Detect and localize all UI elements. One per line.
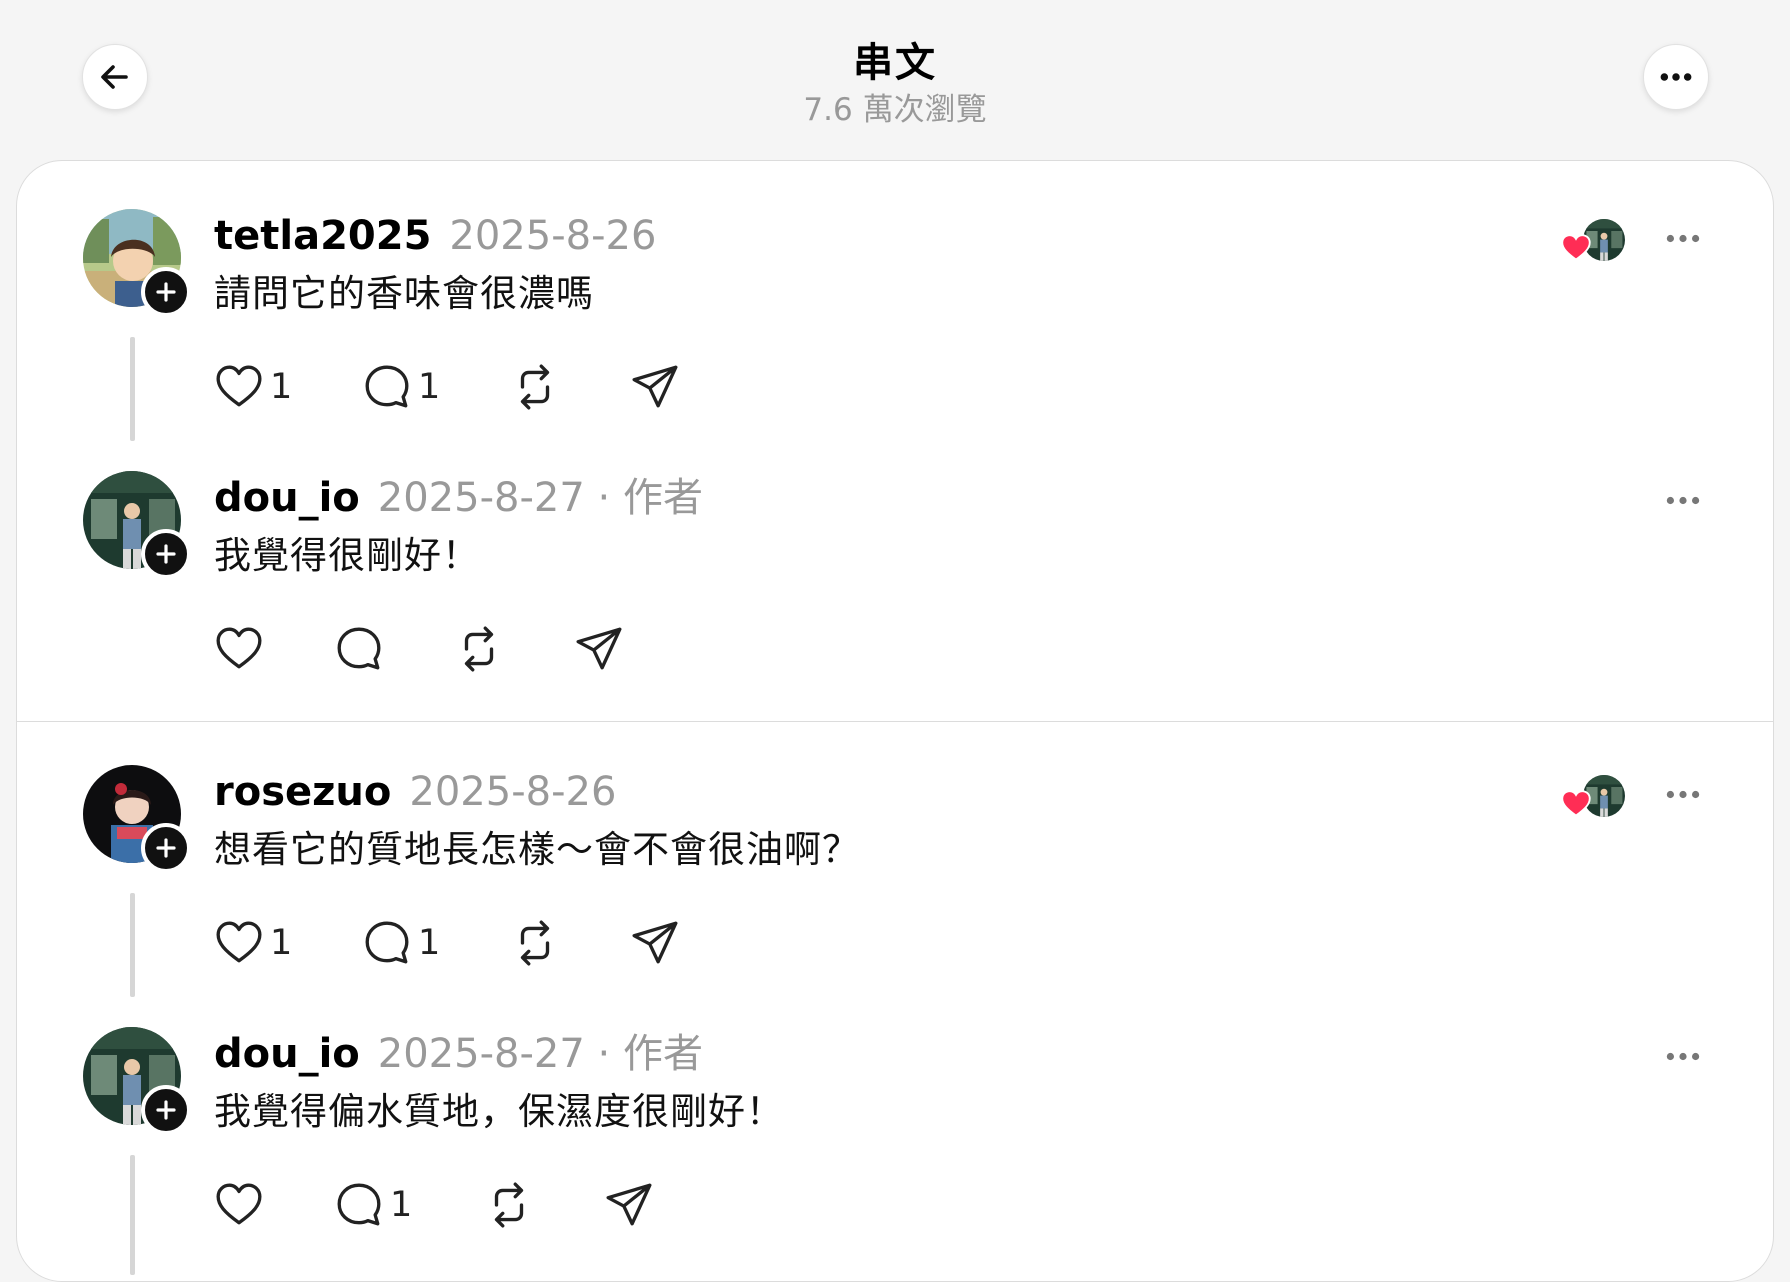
comment-icon xyxy=(334,624,384,674)
follow-button[interactable] xyxy=(141,823,191,873)
thread-connector xyxy=(130,1155,135,1275)
reply-count: 1 xyxy=(418,923,441,963)
ellipsis-icon xyxy=(1665,1051,1701,1062)
comment-more-button[interactable] xyxy=(1665,785,1701,804)
timestamp[interactable]: 2025-8-26 xyxy=(409,769,616,815)
follow-button[interactable] xyxy=(141,1085,191,1135)
follow-button[interactable] xyxy=(141,529,191,579)
share-button[interactable] xyxy=(630,915,680,971)
timestamp[interactable]: 2025-8-27 xyxy=(378,1031,585,1077)
share-button[interactable] xyxy=(630,359,680,415)
send-icon xyxy=(574,624,624,674)
author-tag: · 作者 xyxy=(584,475,703,521)
reply-count: 1 xyxy=(418,367,441,407)
ellipsis-icon xyxy=(1665,233,1701,244)
comment-text: 請問它的香味會很濃嗎 xyxy=(214,272,594,315)
follow-button[interactable] xyxy=(141,267,191,317)
comment: dou_io 2025-8-27 · 作者 我覺得很剛好！ xyxy=(17,471,1773,671)
share-button[interactable] xyxy=(604,1177,654,1233)
thread-connector xyxy=(130,337,135,441)
heart-filled-icon xyxy=(1561,790,1591,817)
reply-button[interactable] xyxy=(334,621,384,677)
view-count: 7.6 萬次瀏覽 xyxy=(803,92,987,128)
comment-more-button[interactable] xyxy=(1665,229,1701,248)
comment-meta: dou_io 2025-8-27 · 作者 xyxy=(214,1029,703,1079)
like-button[interactable]: 1 xyxy=(214,359,292,415)
repost-button[interactable] xyxy=(454,621,504,677)
comment-meta: tetla2025 2025-8-26 xyxy=(214,211,656,261)
username[interactable]: dou_io xyxy=(214,475,360,521)
reply-button[interactable]: 1 xyxy=(362,359,440,415)
like-count: 1 xyxy=(270,923,293,963)
repost-button[interactable] xyxy=(510,359,560,415)
username[interactable]: dou_io xyxy=(214,1031,360,1077)
plus-icon xyxy=(156,838,176,858)
heart-icon xyxy=(214,1180,264,1230)
comment-more-button[interactable] xyxy=(1665,1047,1701,1066)
username[interactable]: rosezuo xyxy=(214,769,391,815)
comment-text: 我覺得偏水質地，保濕度很剛好！ xyxy=(214,1090,784,1133)
heart-icon xyxy=(214,918,264,968)
timestamp[interactable]: 2025-8-26 xyxy=(449,213,656,259)
repost-icon xyxy=(484,1180,534,1230)
heart-icon xyxy=(214,624,264,674)
liked-by-author-indicator xyxy=(1547,217,1627,267)
comment: dou_io 2025-8-27 · 作者 我覺得偏水質地，保濕度很剛好！ 1 xyxy=(17,1027,1773,1275)
reply-button[interactable]: 1 xyxy=(362,915,440,971)
heart-filled-icon xyxy=(1561,234,1591,261)
like-button[interactable] xyxy=(214,621,264,677)
repost-icon xyxy=(510,918,560,968)
like-button[interactable] xyxy=(214,1177,264,1233)
comment-text: 我覺得很剛好！ xyxy=(214,534,480,577)
thread-connector xyxy=(130,893,135,997)
comment-text: 想看它的質地長怎樣～會不會很油啊？ xyxy=(214,828,860,871)
repost-button[interactable] xyxy=(484,1177,534,1233)
send-icon xyxy=(604,1180,654,1230)
send-icon xyxy=(630,362,680,412)
repost-icon xyxy=(510,362,560,412)
plus-icon xyxy=(156,282,176,302)
repost-icon xyxy=(454,624,504,674)
like-count: 1 xyxy=(270,367,293,407)
send-icon xyxy=(630,918,680,968)
comment-icon xyxy=(362,362,412,412)
plus-icon xyxy=(156,544,176,564)
author-tag: · 作者 xyxy=(584,1031,703,1077)
repost-button[interactable] xyxy=(510,915,560,971)
reply-button[interactable]: 1 xyxy=(334,1177,412,1233)
timestamp[interactable]: 2025-8-27 xyxy=(378,475,585,521)
comment-meta: rosezuo 2025-8-26 xyxy=(214,767,616,817)
comment-icon xyxy=(362,918,412,968)
ellipsis-icon xyxy=(1665,789,1701,800)
comment-icon xyxy=(334,1180,384,1230)
ellipsis-icon xyxy=(1665,495,1701,506)
comment: tetla2025 2025-8-26 請問它的香味會很濃嗎 1 1 xyxy=(17,209,1773,441)
top-bar: 串文 7.6 萬次瀏覽 xyxy=(0,0,1790,158)
like-button[interactable]: 1 xyxy=(214,915,292,971)
page-title: 串文 xyxy=(853,40,937,86)
heart-icon xyxy=(214,362,264,412)
reply-count: 1 xyxy=(390,1185,413,1225)
comment: rosezuo 2025-8-26 想看它的質地長怎樣～會不會很油啊？ 1 1 xyxy=(17,765,1773,997)
divider xyxy=(17,721,1773,722)
liked-by-author-indicator xyxy=(1547,773,1627,823)
comment-meta: dou_io 2025-8-27 · 作者 xyxy=(214,473,703,523)
thread-card: tetla2025 2025-8-26 請問它的香味會很濃嗎 1 1 dou_i… xyxy=(16,160,1774,1282)
comment-more-button[interactable] xyxy=(1665,491,1701,510)
plus-icon xyxy=(156,1100,176,1120)
share-button[interactable] xyxy=(574,621,624,677)
more-options-button[interactable] xyxy=(1643,44,1709,110)
ellipsis-icon xyxy=(1660,73,1692,81)
username[interactable]: tetla2025 xyxy=(214,213,431,259)
